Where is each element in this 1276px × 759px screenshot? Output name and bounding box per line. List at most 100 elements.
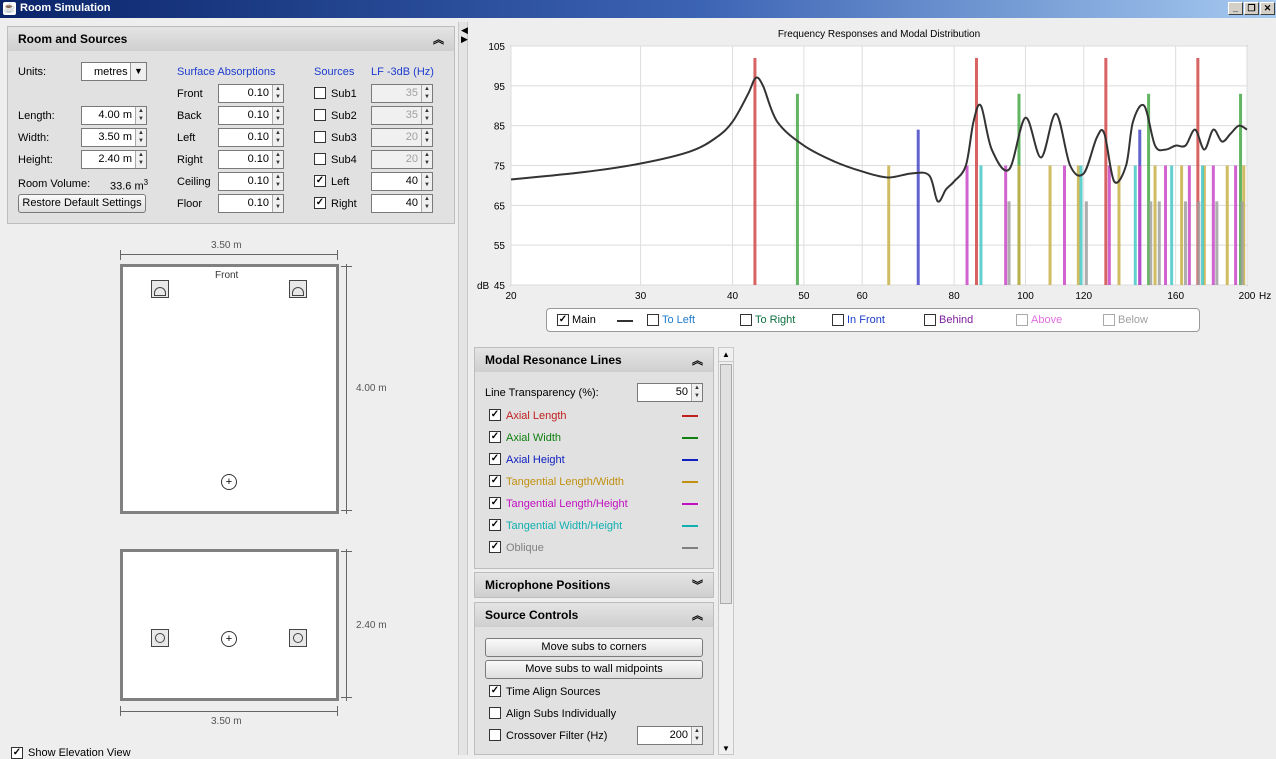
splitter-arrows-icon[interactable]: ◀ ▶	[461, 26, 468, 44]
modal-line-checkbox[interactable]: ✓	[489, 431, 501, 443]
elevation-width-dimension-line	[120, 711, 338, 712]
spinner-arrows-icon[interactable]: ▲ ▼	[272, 151, 283, 168]
modal-line-checkbox[interactable]: ✓	[489, 453, 501, 465]
splitter[interactable]: ◀ ▶	[458, 22, 468, 755]
spinner-arrows-icon[interactable]: ▲ ▼	[135, 129, 146, 146]
legend-checkbox[interactable]	[647, 314, 659, 326]
spinner-arrows-icon[interactable]: ▲ ▼	[421, 85, 432, 102]
modal-line-mark	[1184, 201, 1188, 285]
source-checkbox-left[interactable]: ✓	[314, 175, 326, 187]
lf-spinner-left[interactable]: 40 ▲ ▼	[371, 172, 433, 191]
modal-line-checkbox[interactable]: ✓	[489, 409, 501, 421]
x-tick-label: 30	[635, 291, 647, 302]
collapse-up-icon[interactable]: ︽	[692, 607, 703, 623]
microphone-positions-header[interactable]: Microphone Positions ︾	[475, 573, 713, 597]
crossover-spinner[interactable]: 200 ▲ ▼	[637, 726, 703, 745]
legend-checkbox[interactable]	[1016, 314, 1028, 326]
expand-down-icon[interactable]: ︾	[692, 577, 703, 593]
height-spinner[interactable]: 2.40 m ▲ ▼	[81, 150, 147, 169]
restore-button[interactable]: ❐	[1244, 2, 1259, 15]
spinner-arrows-icon[interactable]: ▲ ▼	[272, 85, 283, 102]
legend-checkbox[interactable]	[832, 314, 844, 326]
lf-value: 20	[405, 131, 418, 143]
side-scrollbar[interactable]: ▲ ▼	[718, 347, 734, 755]
time-align-checkbox[interactable]: ✓	[489, 685, 501, 697]
lf-spinner-sub2[interactable]: 35 ▲ ▼	[371, 106, 433, 125]
lf-value: 20	[405, 153, 418, 165]
source-checkbox-right[interactable]: ✓	[314, 197, 326, 209]
microphone-icon[interactable]: +	[221, 474, 237, 490]
modal-resonance-header[interactable]: Modal Resonance Lines ︽	[475, 348, 713, 372]
left-speaker-front-icon[interactable]	[151, 629, 169, 647]
spinner-arrows-icon[interactable]: ▲ ▼	[135, 107, 146, 124]
surface-spinner-left[interactable]: 0.10 ▲ ▼	[218, 128, 284, 147]
modal-line-mark	[974, 57, 978, 286]
elevation-view-room[interactable]	[120, 549, 339, 701]
surface-spinner-front[interactable]: 0.10 ▲ ▼	[218, 84, 284, 103]
source-checkbox-sub4[interactable]	[314, 153, 326, 165]
units-select[interactable]: metres ▼	[81, 62, 147, 81]
spinner-arrows-icon[interactable]: ▲ ▼	[421, 173, 432, 190]
modal-line-checkbox[interactable]: ✓	[489, 475, 501, 487]
right-speaker-front-icon[interactable]	[289, 629, 307, 647]
close-button[interactable]: ✕	[1260, 2, 1275, 15]
frequency-chart[interactable]: Frequency Responses and Modal Distributi…	[468, 22, 1276, 312]
scroll-thumb[interactable]	[720, 364, 732, 604]
modal-line-mark	[1084, 201, 1088, 285]
legend-checkbox[interactable]	[1103, 314, 1115, 326]
scroll-down-icon[interactable]: ▼	[719, 744, 733, 754]
lf-value: 35	[405, 87, 418, 99]
spinner-arrows-icon[interactable]: ▲ ▼	[421, 195, 432, 212]
room-sources-header[interactable]: Room and Sources ︽	[8, 27, 454, 51]
collapse-up-icon[interactable]: ︽	[692, 352, 703, 368]
restore-defaults-button[interactable]: Restore Default Settings	[18, 194, 146, 213]
minimize-button[interactable]: _	[1228, 2, 1243, 15]
lf-spinner-right[interactable]: 40 ▲ ▼	[371, 194, 433, 213]
surface-spinner-floor[interactable]: 0.10 ▲ ▼	[218, 194, 284, 213]
right-speaker-icon[interactable]	[289, 280, 307, 298]
modal-line-label: Tangential Width/Height	[506, 520, 623, 532]
move-subs-corners-button[interactable]: Move subs to corners	[485, 638, 703, 657]
sources-header: Sources	[314, 66, 355, 78]
spinner-arrows-icon[interactable]: ▲ ▼	[691, 384, 702, 401]
modal-line-checkbox[interactable]: ✓	[489, 497, 501, 509]
source-checkbox-sub2[interactable]	[314, 109, 326, 121]
spinner-arrows-icon[interactable]: ▲ ▼	[272, 173, 283, 190]
chevron-down-icon[interactable]: ▼	[130, 63, 146, 80]
legend-checkbox[interactable]: ✓	[557, 314, 569, 326]
modal-line-checkbox[interactable]: ✓	[489, 519, 501, 531]
spinner-arrows-icon[interactable]: ▲ ▼	[421, 129, 432, 146]
source-controls-header[interactable]: Source Controls ︽	[475, 603, 713, 627]
left-speaker-icon[interactable]	[151, 280, 169, 298]
y-tick-label: 85	[494, 122, 506, 133]
legend-checkbox[interactable]	[924, 314, 936, 326]
spinner-arrows-icon[interactable]: ▲ ▼	[421, 107, 432, 124]
spinner-arrows-icon[interactable]: ▲ ▼	[272, 107, 283, 124]
spinner-arrows-icon[interactable]: ▲ ▼	[272, 195, 283, 212]
crossover-checkbox[interactable]	[489, 729, 501, 741]
spinner-arrows-icon[interactable]: ▲ ▼	[135, 151, 146, 168]
spinner-arrows-icon[interactable]: ▲ ▼	[272, 129, 283, 146]
source-checkbox-sub1[interactable]	[314, 87, 326, 99]
lf-spinner-sub1[interactable]: 35 ▲ ▼	[371, 84, 433, 103]
surface-spinner-right[interactable]: 0.10 ▲ ▼	[218, 150, 284, 169]
spinner-arrows-icon[interactable]: ▲ ▼	[421, 151, 432, 168]
microphone-elevation-icon[interactable]: +	[221, 631, 237, 647]
show-elevation-checkbox[interactable]: ✓	[11, 747, 23, 759]
spinner-arrows-icon[interactable]: ▲ ▼	[691, 727, 702, 744]
collapse-up-icon[interactable]: ︽	[433, 31, 444, 47]
surface-spinner-back[interactable]: 0.10 ▲ ▼	[218, 106, 284, 125]
line-transparency-spinner[interactable]: 50 ▲ ▼	[637, 383, 703, 402]
move-subs-midpoints-button[interactable]: Move subs to wall midpoints	[485, 660, 703, 679]
legend-checkbox[interactable]	[740, 314, 752, 326]
width-spinner[interactable]: 3.50 m ▲ ▼	[81, 128, 147, 147]
surface-spinner-ceiling[interactable]: 0.10 ▲ ▼	[218, 172, 284, 191]
lf-spinner-sub4[interactable]: 20 ▲ ▼	[371, 150, 433, 169]
modal-line-checkbox[interactable]: ✓	[489, 541, 501, 553]
align-subs-checkbox[interactable]	[489, 707, 501, 719]
scroll-up-icon[interactable]: ▲	[719, 348, 733, 362]
source-checkbox-sub3[interactable]	[314, 131, 326, 143]
modal-line-swatch	[682, 547, 698, 549]
lf-spinner-sub3[interactable]: 20 ▲ ▼	[371, 128, 433, 147]
length-spinner[interactable]: 4.00 m ▲ ▼	[81, 106, 147, 125]
